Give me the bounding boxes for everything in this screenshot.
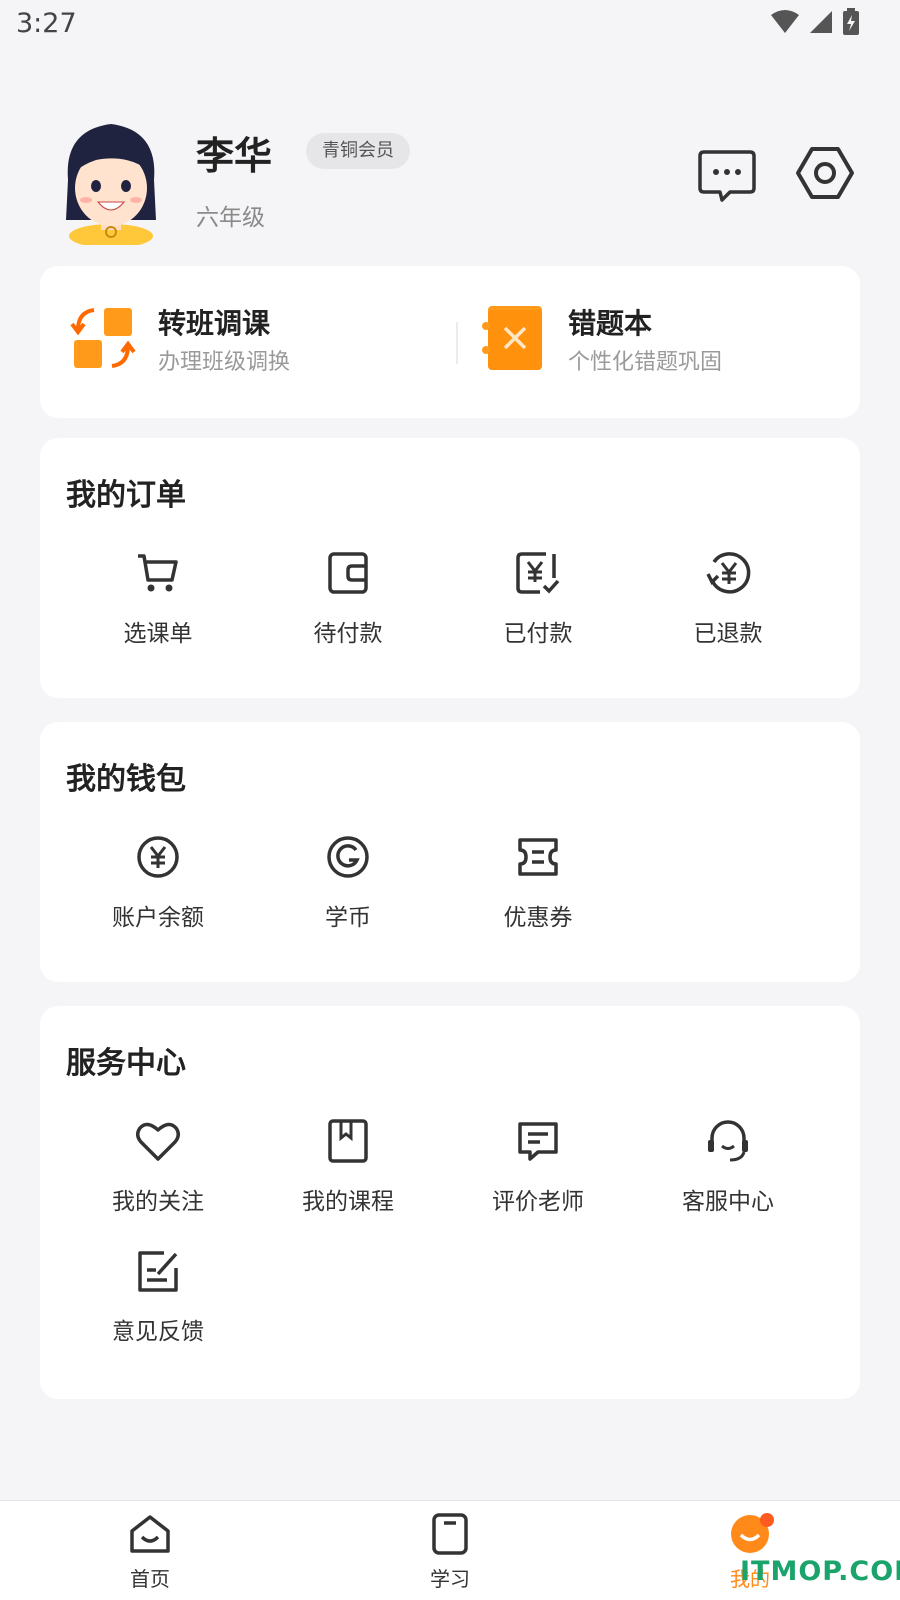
order-item-paid[interactable]: 已付款 bbox=[443, 550, 633, 660]
home-icon bbox=[130, 1515, 170, 1553]
member-badge[interactable]: 青铜会员 bbox=[306, 133, 410, 169]
mistake-book-entry[interactable]: 错题本 个性化错题巩固 bbox=[480, 296, 860, 388]
refund-icon bbox=[706, 552, 751, 594]
message-icon bbox=[698, 150, 756, 202]
class-transfer-icon bbox=[70, 308, 136, 368]
wallet-item-label: 优惠券 bbox=[503, 905, 573, 931]
quick-action-title: 错题本 bbox=[568, 307, 653, 340]
order-item-label: 选课单 bbox=[123, 621, 193, 647]
wallet-card: 我的钱包 账户余额 学币 优惠券 bbox=[40, 722, 860, 982]
bookmark-book-icon bbox=[328, 1119, 368, 1163]
message-button[interactable] bbox=[696, 146, 758, 204]
coupon-icon bbox=[518, 838, 558, 876]
mistake-book-icon bbox=[482, 306, 542, 370]
tab-home[interactable]: 首页 bbox=[90, 1513, 210, 1592]
study-icon bbox=[432, 1513, 468, 1555]
order-item-cart[interactable]: 选课单 bbox=[63, 550, 253, 660]
divider bbox=[456, 322, 458, 364]
cart-icon bbox=[138, 554, 178, 592]
notification-dot bbox=[760, 1513, 774, 1527]
service-card: 服务中心 我的关注 我的课程 评价老师 客服中心 意见反馈 bbox=[40, 1006, 860, 1399]
service-title: 服务中心 bbox=[66, 1046, 186, 1081]
order-item-label: 已退款 bbox=[693, 621, 763, 647]
wallet-item-study-coin[interactable]: 学币 bbox=[253, 834, 443, 944]
service-item-customer-service[interactable]: 客服中心 bbox=[633, 1118, 823, 1228]
yuan-coin-icon bbox=[137, 836, 179, 878]
signal-icon bbox=[810, 11, 832, 33]
status-time: 3:27 bbox=[16, 8, 77, 39]
paid-icon bbox=[516, 552, 560, 594]
tab-label: 学习 bbox=[430, 1567, 470, 1591]
wallet-icon bbox=[328, 552, 368, 594]
settings-icon bbox=[796, 147, 854, 199]
status-icons bbox=[770, 8, 860, 36]
comment-icon bbox=[518, 1122, 558, 1161]
service-item-feedback[interactable]: 意见反馈 bbox=[63, 1248, 253, 1358]
service-item-follow[interactable]: 我的关注 bbox=[63, 1118, 253, 1228]
heart-icon bbox=[136, 1122, 180, 1161]
quick-action-title: 转班调课 bbox=[158, 307, 271, 340]
avatar[interactable] bbox=[56, 120, 166, 248]
service-item-label: 意见反馈 bbox=[112, 1319, 204, 1345]
feedback-edit-icon bbox=[138, 1251, 178, 1292]
service-item-courses[interactable]: 我的课程 bbox=[253, 1118, 443, 1228]
order-item-label: 待付款 bbox=[313, 621, 383, 647]
orders-card: 我的订单 选课单 待付款 已付款 已退款 bbox=[40, 438, 860, 698]
orders-title: 我的订单 bbox=[66, 478, 186, 513]
service-item-rate-teacher[interactable]: 评价老师 bbox=[443, 1118, 633, 1228]
service-item-label: 我的课程 bbox=[302, 1189, 394, 1215]
tab-label: 首页 bbox=[130, 1567, 170, 1591]
order-item-pending[interactable]: 待付款 bbox=[253, 550, 443, 660]
wallet-item-coupon[interactable]: 优惠券 bbox=[443, 834, 633, 944]
user-name: 李华 bbox=[196, 134, 273, 178]
wallet-item-label: 账户余额 bbox=[112, 905, 204, 931]
tab-study[interactable]: 学习 bbox=[390, 1513, 510, 1592]
service-item-label: 客服中心 bbox=[682, 1189, 774, 1215]
wallet-item-label: 学币 bbox=[325, 905, 371, 931]
quick-action-subtitle: 办理班级调换 bbox=[158, 350, 291, 375]
headset-icon bbox=[708, 1120, 748, 1162]
user-grade: 六年级 bbox=[196, 205, 265, 231]
order-item-label: 已付款 bbox=[503, 621, 573, 647]
wallet-title: 我的钱包 bbox=[66, 762, 186, 797]
watermark: ITMOP.COM bbox=[740, 1556, 900, 1587]
study-coin-icon bbox=[327, 836, 369, 878]
service-item-label: 我的关注 bbox=[112, 1189, 204, 1215]
service-item-label: 评价老师 bbox=[492, 1189, 584, 1215]
settings-button[interactable] bbox=[794, 144, 856, 202]
wallet-item-balance[interactable]: 账户余额 bbox=[63, 834, 253, 944]
class-transfer-entry[interactable]: 转班调课 办理班级调换 bbox=[70, 296, 450, 388]
battery-icon bbox=[843, 8, 859, 35]
order-item-refund[interactable]: 已退款 bbox=[633, 550, 823, 660]
quick-action-subtitle: 个性化错题巩固 bbox=[568, 350, 723, 375]
quick-actions-card: 转班调课 办理班级调换 错题本 个性化错题巩固 bbox=[40, 266, 860, 418]
status-bar: 3:27 bbox=[0, 0, 900, 50]
wifi-icon bbox=[771, 10, 799, 33]
profile-header: 李华 青铜会员 六年级 bbox=[56, 120, 856, 250]
